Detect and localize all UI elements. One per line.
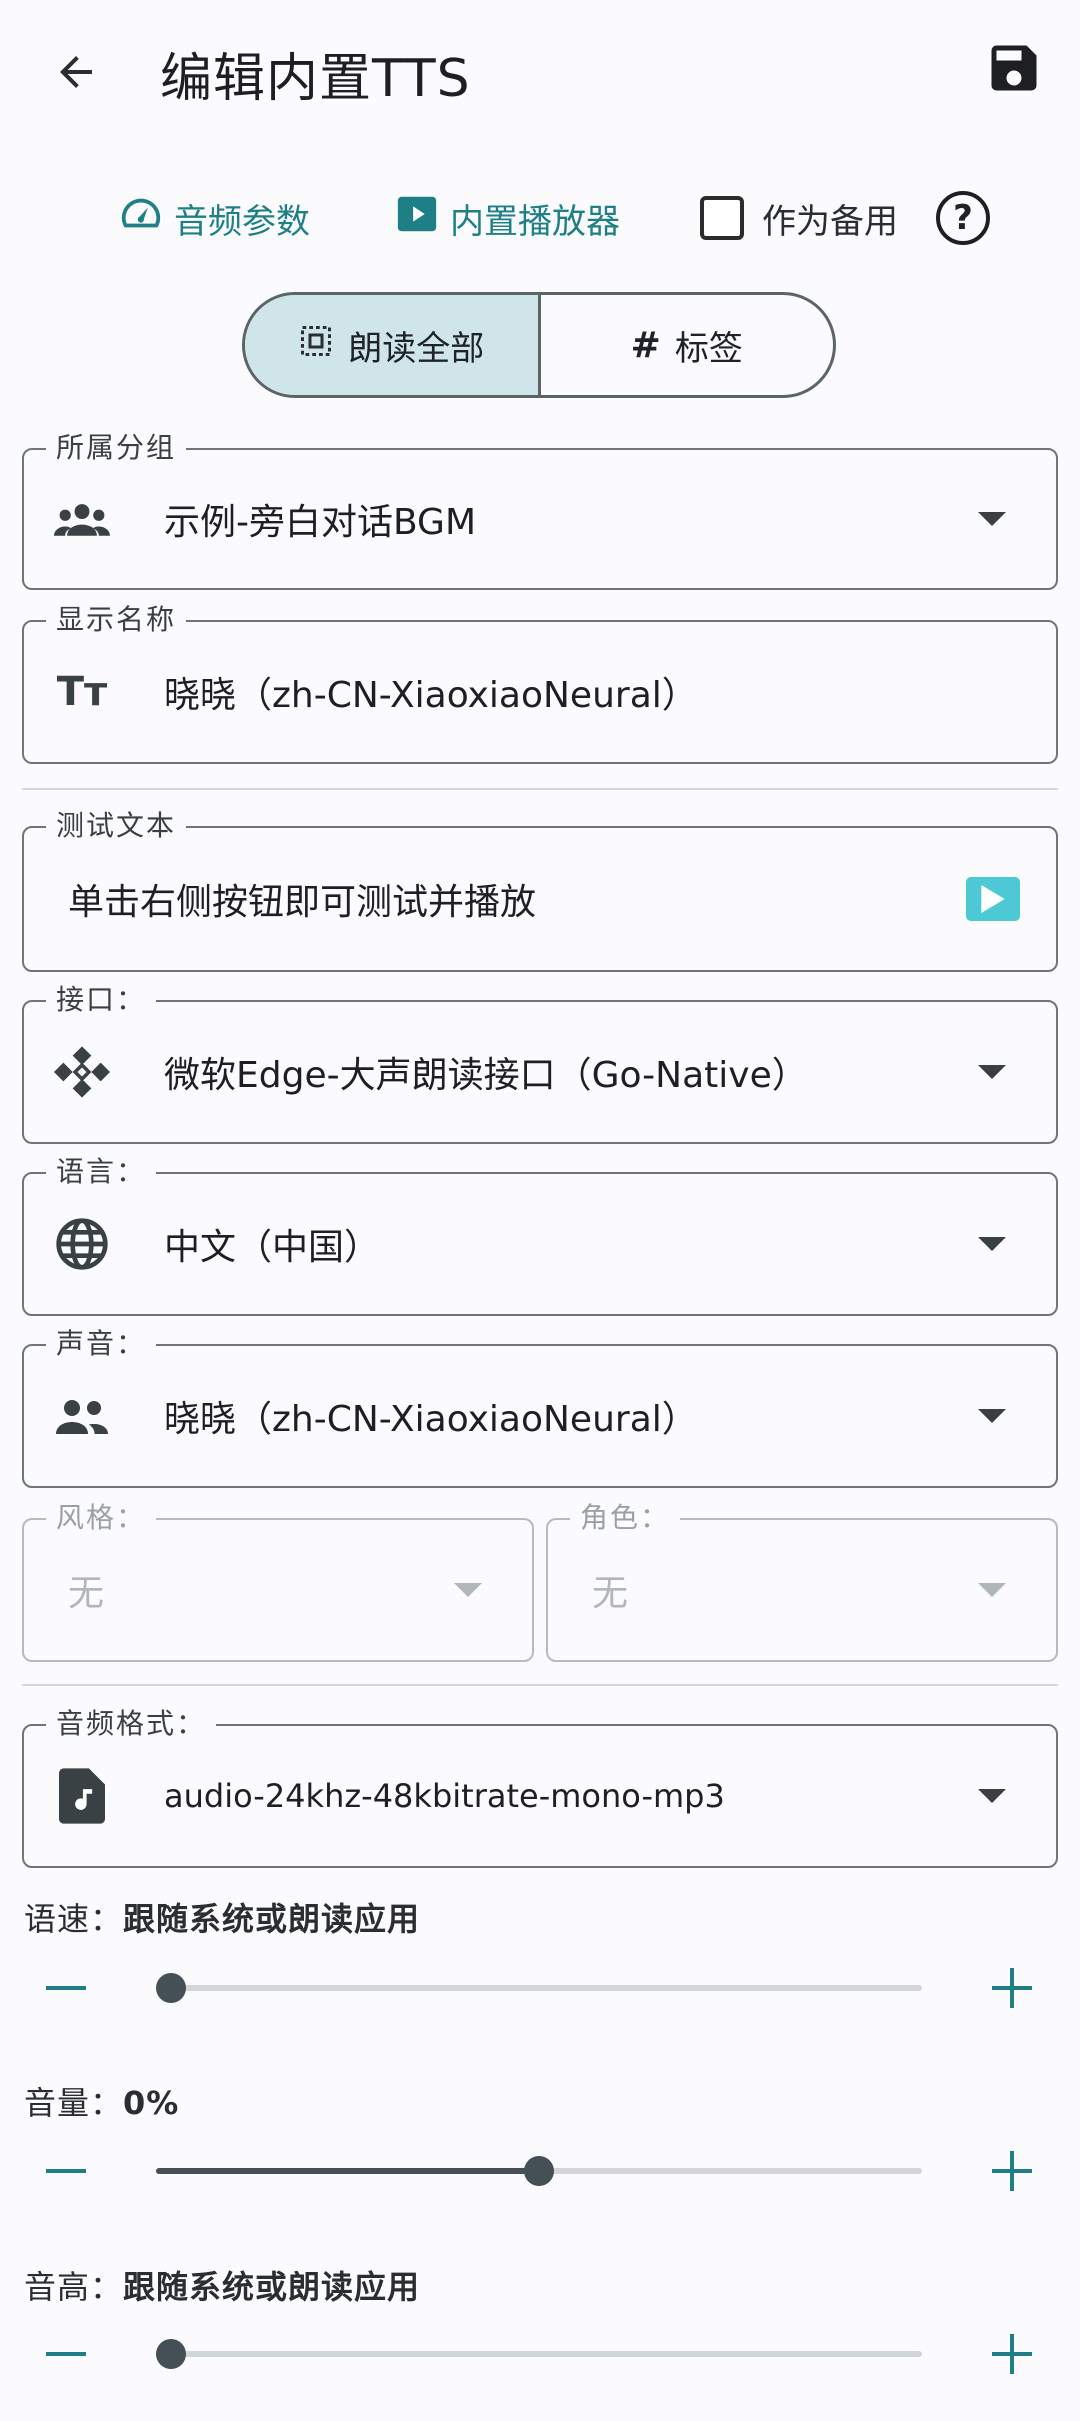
rate-value: 跟随系统或朗读应用 (123, 1900, 421, 1938)
audio-format-value: audio-24khz-48kbitrate-mono-mp3 (164, 1777, 725, 1815)
volume-label-row: 音量：0% (24, 2078, 179, 2124)
voice-value: 晓晓（zh-CN-XiaoxiaoNeural） (164, 1399, 698, 1440)
display-name-label: 显示名称 (46, 598, 187, 638)
back-arrow-icon[interactable] (44, 40, 108, 104)
volume-value: 0% (123, 2084, 180, 2122)
globe-icon (54, 1216, 110, 1272)
pitch-increase-icon[interactable] (992, 2334, 1032, 2374)
rate-label-row: 语速：跟随系统或朗读应用 (24, 1894, 420, 1940)
rate-slider-thumb[interactable] (156, 1973, 186, 2003)
voice-label: 声音： (46, 1322, 157, 1362)
test-text-input[interactable]: 测试文本 单击右侧按钮即可测试并播放 (22, 804, 1058, 972)
save-icon[interactable] (984, 38, 1044, 98)
test-text-value: 单击右侧按钮即可测试并播放 (68, 882, 537, 923)
rate-label: 语速： (24, 1900, 124, 1938)
volume-slider-thumb[interactable] (524, 2156, 554, 2186)
hashtag-icon: # (630, 324, 661, 366)
test-text-label: 测试文本 (46, 804, 187, 844)
audio-format-label: 音频格式： (46, 1702, 217, 1742)
group-value: 示例-旁白对话BGM (164, 502, 477, 543)
segment-read-all-label: 朗读全部 (348, 328, 485, 369)
style-select[interactable]: 风格： 无 (22, 1496, 534, 1662)
pitch-slider-track[interactable] (156, 2351, 922, 2357)
pitch-slider-thumb[interactable] (156, 2339, 186, 2369)
volume-slider-fill (156, 2168, 539, 2174)
segment-tags[interactable]: # 标签 (541, 295, 834, 395)
play-test-icon[interactable] (966, 877, 1020, 921)
language-value: 中文（中国） (164, 1227, 381, 1268)
style-label: 风格： (46, 1496, 157, 1536)
api-label: 接口： (46, 978, 157, 1018)
role-select[interactable]: 角色： 无 (546, 1496, 1058, 1662)
select-all-icon (298, 323, 334, 368)
api-select[interactable]: 接口： 微软Edge-大声朗读接口（Go-Native） (22, 978, 1058, 1144)
api-diamond-icon (54, 1044, 110, 1100)
style-dropdown-arrow-icon (454, 1583, 482, 1597)
help-button[interactable]: ? (936, 188, 990, 248)
audio-params-label: 音频参数 (174, 201, 310, 242)
style-value: 无 (68, 1573, 105, 1614)
group-icon (54, 491, 110, 547)
page-title: 编辑内置TTS (160, 49, 471, 109)
audio-params-button[interactable]: 音频参数 (118, 188, 310, 248)
as-backup-checkbox[interactable] (700, 196, 744, 240)
role-value: 无 (592, 1573, 629, 1614)
segmented-control: 朗读全部 # 标签 (242, 292, 836, 398)
display-name-value: 晓晓（zh-CN-XiaoxiaoNeural） (164, 675, 698, 716)
volume-label: 音量： (24, 2084, 124, 2122)
group-select[interactable]: 所属分组 示例-旁白对话BGM (22, 426, 1058, 590)
volume-increase-icon[interactable] (992, 2151, 1032, 2191)
pitch-decrease-icon[interactable] (46, 2352, 86, 2356)
display-name-input[interactable]: 显示名称 Tт 晓晓（zh-CN-XiaoxiaoNeural） (22, 598, 1058, 764)
voice-select[interactable]: 声音： 晓晓（zh-CN-XiaoxiaoNeural） (22, 1322, 1058, 1488)
help-icon: ? (936, 191, 990, 245)
top-app-bar: 编辑内置TTS (0, 0, 1080, 140)
api-dropdown-arrow-icon (978, 1065, 1006, 1079)
speedometer-icon (118, 191, 164, 246)
builtin-player-button[interactable]: 内置播放器 (394, 188, 620, 248)
volume-decrease-icon[interactable] (46, 2169, 86, 2173)
divider (22, 1684, 1058, 1686)
group-dropdown-arrow-icon (978, 512, 1006, 526)
voice-dropdown-arrow-icon (978, 1409, 1006, 1423)
divider (22, 788, 1058, 790)
role-label: 角色： (570, 1496, 681, 1536)
segment-tags-label: 标签 (674, 328, 743, 369)
role-dropdown-arrow-icon (978, 1583, 1006, 1597)
people-icon (54, 1388, 110, 1444)
as-backup-label: 作为备用 (762, 201, 898, 242)
rate-increase-icon[interactable] (992, 1968, 1032, 2008)
text-fields-icon: Tт (56, 669, 108, 715)
group-label: 所属分组 (46, 426, 187, 466)
pitch-value: 跟随系统或朗读应用 (123, 2268, 421, 2306)
pitch-label: 音高： (24, 2268, 124, 2306)
language-dropdown-arrow-icon (978, 1237, 1006, 1251)
segment-read-all[interactable]: 朗读全部 (245, 295, 541, 395)
audio-file-icon (54, 1768, 110, 1824)
language-select[interactable]: 语言： 中文（中国） (22, 1150, 1058, 1316)
rate-decrease-icon[interactable] (46, 1986, 86, 1990)
audio-format-dropdown-arrow-icon (978, 1789, 1006, 1803)
rate-slider-track[interactable] (156, 1985, 922, 1991)
language-label: 语言： (46, 1150, 157, 1190)
as-backup-option[interactable]: 作为备用 (700, 188, 898, 248)
builtin-player-label: 内置播放器 (450, 201, 620, 242)
audio-format-select[interactable]: 音频格式： audio-24khz-48kbitrate-mono-mp3 (22, 1702, 1058, 1868)
pitch-label-row: 音高：跟随系统或朗读应用 (24, 2262, 420, 2308)
api-value: 微软Edge-大声朗读接口（Go-Native） (164, 1055, 808, 1096)
play-box-icon (394, 191, 440, 246)
